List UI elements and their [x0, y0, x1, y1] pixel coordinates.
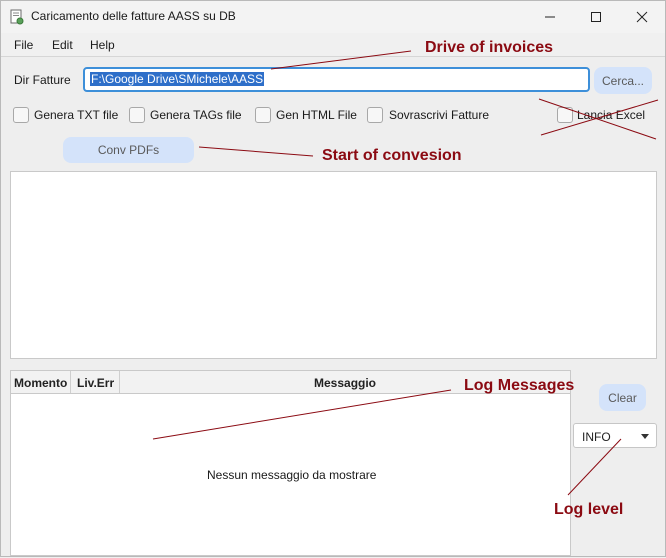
- menu-file[interactable]: File: [14, 38, 33, 52]
- tags-checkbox[interactable]: [129, 107, 145, 123]
- excel-checkbox[interactable]: [557, 107, 573, 123]
- column-divider[interactable]: [70, 371, 71, 393]
- menu-bar: File Edit Help: [1, 33, 665, 57]
- maximize-icon: [591, 12, 601, 22]
- dir-input-value: F:\Google Drive\SMichele\AASS: [90, 72, 265, 86]
- close-icon: [636, 11, 648, 23]
- drive-annotation: Drive of invoices: [425, 39, 554, 56]
- html-checkbox[interactable]: [255, 107, 271, 123]
- browse-button[interactable]: Cerca...: [594, 67, 652, 94]
- log-level-annotation: Log level: [554, 501, 624, 518]
- column-header-messaggio[interactable]: Messaggio: [314, 376, 376, 390]
- minimize-icon: [545, 16, 555, 18]
- tags-checkbox-label: Genera TAGs file: [150, 108, 242, 122]
- minimize-button[interactable]: [527, 1, 573, 33]
- column-divider[interactable]: [119, 371, 120, 393]
- dir-label: Dir Fatture: [14, 73, 71, 87]
- title-bar[interactable]: Caricamento delle fatture AASS su DB: [1, 1, 665, 33]
- txt-checkbox[interactable]: [13, 107, 29, 123]
- start-annotation: Start of convesion: [322, 147, 462, 164]
- clear-button[interactable]: Clear: [599, 384, 646, 411]
- excel-checkbox-label: Lancia Excel: [577, 108, 646, 122]
- dir-input[interactable]: F:\Google Drive\SMichele\AASS: [83, 67, 590, 92]
- convert-pdfs-button[interactable]: Conv PDFs: [63, 137, 194, 163]
- app-icon: [10, 9, 24, 25]
- empty-table-message: Nessun messaggio da mostrare: [207, 468, 377, 482]
- menu-help[interactable]: Help: [90, 38, 115, 52]
- overwrite-checkbox[interactable]: [367, 107, 383, 123]
- close-button[interactable]: [619, 1, 665, 33]
- column-header-momento[interactable]: Momento: [14, 376, 67, 390]
- txt-checkbox-label: Genera TXT file: [34, 108, 119, 122]
- log-table[interactable]: Momento Liv.Err Messaggio Nessun messagg…: [10, 370, 571, 556]
- start-annotation-line: [198, 146, 314, 157]
- log-messages-annotation: Log Messages: [464, 377, 575, 394]
- app-window: Caricamento delle fatture AASS su DB Fil…: [0, 0, 666, 557]
- menu-edit[interactable]: Edit: [52, 38, 73, 52]
- html-checkbox-label: Gen HTML File: [276, 108, 357, 122]
- maximize-button[interactable]: [573, 1, 619, 33]
- column-header-liv-err[interactable]: Liv.Err: [77, 376, 114, 390]
- window-title: Caricamento delle fatture AASS su DB: [31, 9, 236, 23]
- log-level-value: INFO: [582, 430, 611, 444]
- overwrite-checkbox-label: Sovrascrivi Fatture: [389, 108, 490, 122]
- output-text-area[interactable]: [10, 171, 657, 359]
- chevron-down-icon: [641, 434, 649, 439]
- log-level-select[interactable]: INFO: [573, 423, 657, 448]
